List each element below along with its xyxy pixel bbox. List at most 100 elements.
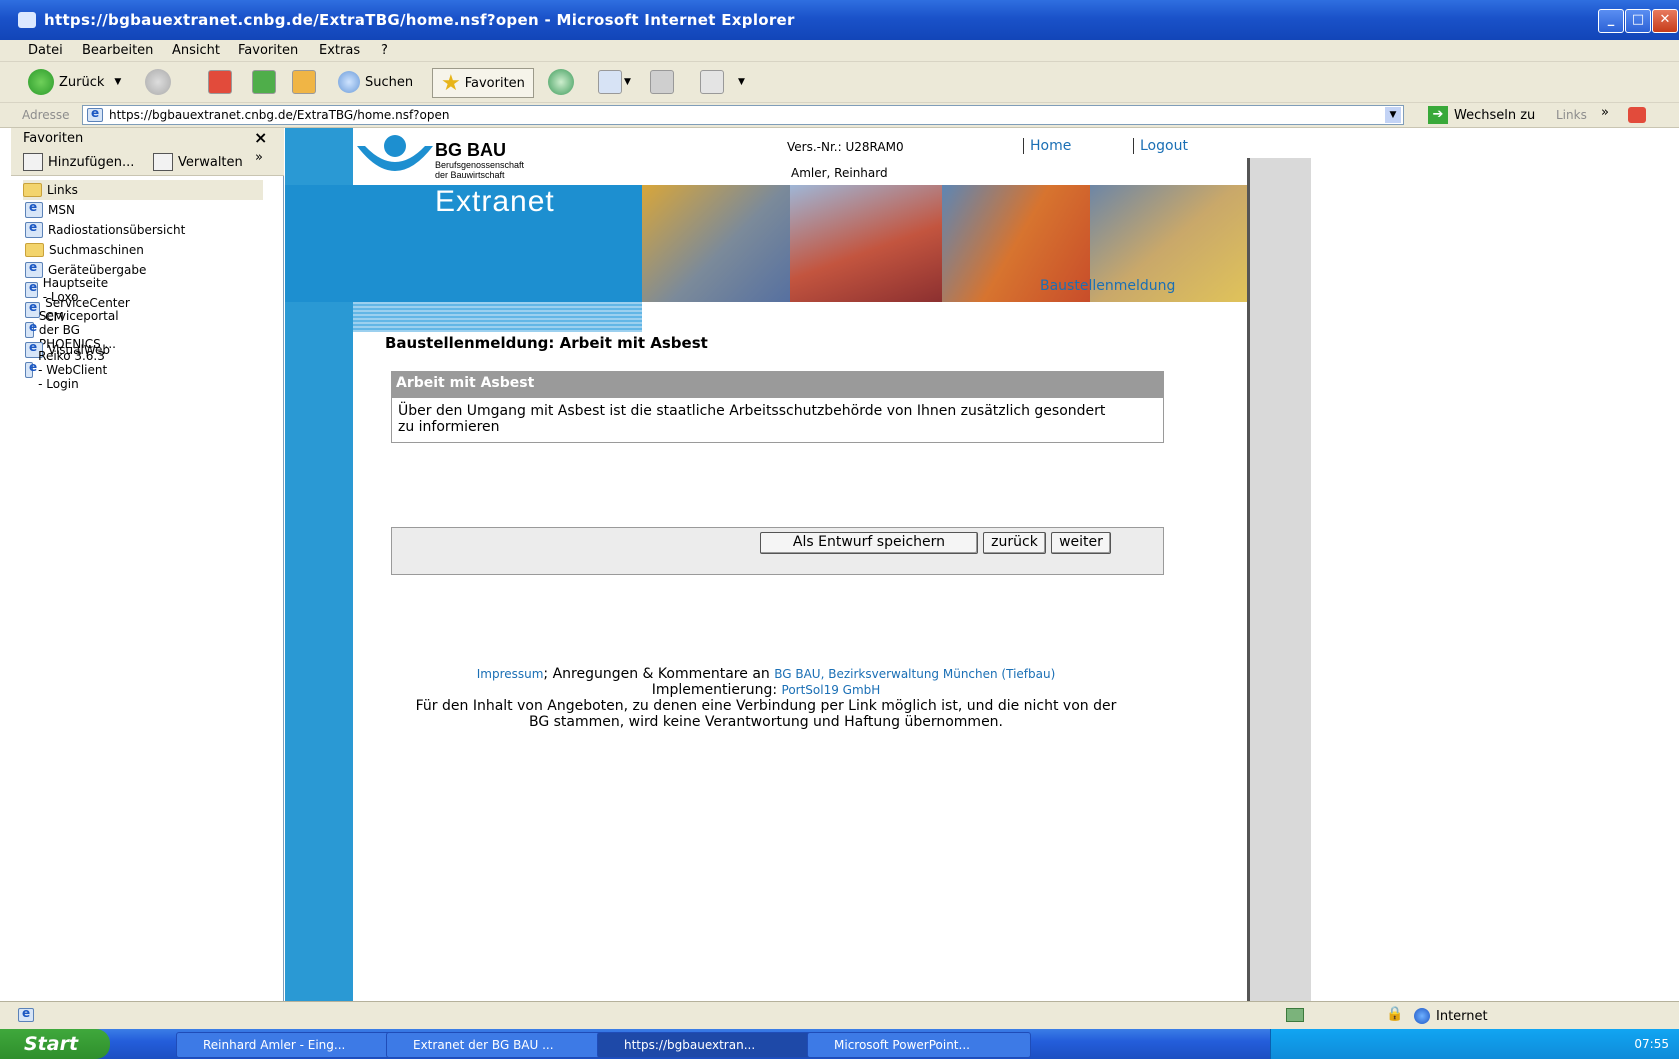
globe-icon bbox=[1414, 1008, 1430, 1024]
bgbau-contact-link[interactable]: BG BAU, Bezirksverwaltung München (Tiefb… bbox=[774, 667, 1055, 681]
favorites-tools: Hinzufügen... Verwalten » bbox=[11, 148, 284, 176]
favorite-item[interactable]: Suchmaschinen bbox=[25, 240, 144, 260]
logo-subtitle-2: der Bauwirtschaft bbox=[435, 170, 505, 180]
footer-disclaimer: Für den Inhalt von Angeboten, zu denen e… bbox=[415, 698, 1117, 730]
status-bar: 🔒 Internet bbox=[0, 1001, 1679, 1029]
window-title-bar[interactable]: https://bgbauextranet.cnbg.de/ExtraTBG/h… bbox=[0, 0, 1679, 40]
breadcrumb[interactable]: Baustellenmeldung bbox=[1040, 278, 1175, 294]
forward-arrow-icon bbox=[145, 69, 171, 95]
clock: 07:55 bbox=[1634, 1037, 1669, 1051]
page-title: Baustellenmeldung: Arbeit mit Asbest bbox=[385, 334, 708, 352]
mail-icon bbox=[598, 70, 622, 94]
favorite-item[interactable]: Reiko 3.6.3 - WebClient - Login bbox=[25, 349, 109, 391]
banner-photo-crane bbox=[790, 185, 942, 302]
favorites-pane: Favoriten × Hinzufügen... Verwalten » Li… bbox=[11, 128, 284, 1001]
links-toolbar[interactable]: Links bbox=[1556, 108, 1587, 122]
chevron-down-icon: ▼ bbox=[738, 77, 745, 87]
search-button[interactable]: Suchen bbox=[338, 68, 413, 96]
impressum-link[interactable]: Impressum bbox=[477, 667, 544, 681]
go-button[interactable]: ➔ Wechseln zu bbox=[1428, 105, 1535, 125]
task-outlook[interactable]: Reinhard Amler - Eing... bbox=[176, 1032, 400, 1058]
history-icon bbox=[548, 69, 574, 95]
manage-favorites-icon bbox=[153, 153, 173, 171]
task-powerpoint[interactable]: Microsoft PowerPoint... bbox=[807, 1032, 1031, 1058]
folder-icon bbox=[25, 243, 44, 257]
favorite-item[interactable]: Serviceportal der BG PHOENICS ... bbox=[25, 309, 128, 351]
menu-favoriten[interactable]: Favoriten bbox=[238, 43, 298, 58]
favorite-item[interactable]: Links bbox=[23, 180, 263, 200]
info-box-title: Arbeit mit Asbest bbox=[392, 372, 1163, 398]
version-number: Vers.-Nr.: U28RAM0 bbox=[787, 140, 904, 154]
close-icon[interactable]: × bbox=[254, 128, 267, 147]
favorite-item[interactable]: Radiostationsübersicht bbox=[25, 220, 185, 240]
logo-title: BG BAU bbox=[435, 140, 506, 160]
favorite-item[interactable]: MSN bbox=[25, 200, 75, 220]
forward-button[interactable] bbox=[145, 68, 171, 96]
ie-page-icon bbox=[25, 300, 41, 318]
mail-button[interactable]: ▼ bbox=[598, 68, 631, 96]
history-button[interactable] bbox=[548, 68, 574, 96]
minimize-button[interactable]: _ bbox=[1598, 9, 1624, 33]
stop-button[interactable] bbox=[208, 68, 232, 96]
portsol-link[interactable]: PortSol19 GmbH bbox=[782, 683, 881, 697]
back-arrow-icon bbox=[28, 69, 54, 95]
address-label: Adresse bbox=[22, 108, 70, 122]
next-button[interactable]: weiter bbox=[1051, 532, 1111, 554]
bgbau-logo-icon bbox=[357, 135, 433, 171]
close-button[interactable]: ✕ bbox=[1652, 9, 1678, 33]
menu-ansicht[interactable]: Ansicht bbox=[172, 43, 220, 58]
task-extranet[interactable]: Extranet der BG BAU ... bbox=[386, 1032, 610, 1058]
chevron-down-icon[interactable]: ▼ bbox=[1385, 107, 1401, 123]
logo-subtitle-1: Berufsgenossenschaft bbox=[435, 160, 525, 170]
footer-line-1: Impressum; Anregungen & Kommentare an BG… bbox=[285, 666, 1247, 682]
back-button-page[interactable]: zurück bbox=[983, 532, 1046, 554]
save-draft-button[interactable]: Als Entwurf speichern bbox=[760, 532, 978, 554]
favorite-item-label: MSN bbox=[48, 203, 75, 217]
banner-photo-worker bbox=[642, 185, 790, 302]
menu-help[interactable]: ? bbox=[381, 43, 388, 58]
chevron-right-icon[interactable]: » bbox=[1601, 105, 1609, 120]
go-arrow-icon: ➔ bbox=[1428, 106, 1448, 124]
back-button[interactable]: Zurück ▼ bbox=[28, 68, 121, 96]
favorite-item-label: Suchmaschinen bbox=[49, 243, 144, 257]
chevron-right-icon[interactable]: » bbox=[255, 150, 263, 165]
menu-extras[interactable]: Extras bbox=[319, 43, 360, 58]
lock-icon: 🔒 bbox=[1386, 1006, 1404, 1022]
manage-favorites-button[interactable]: Verwalten bbox=[153, 153, 243, 171]
print-button[interactable] bbox=[650, 68, 674, 96]
refresh-button[interactable] bbox=[252, 68, 276, 96]
favorites-header: Favoriten × bbox=[11, 128, 284, 148]
home-link[interactable]: Home bbox=[1023, 138, 1071, 154]
taskbar: Start Reinhard Amler - Eing... Extranet … bbox=[0, 1029, 1679, 1059]
home-button[interactable] bbox=[292, 68, 316, 96]
addon-icon[interactable] bbox=[1628, 107, 1646, 123]
favorite-item-label: Reiko 3.6.3 - WebClient - Login bbox=[38, 349, 108, 391]
maximize-button[interactable]: □ bbox=[1625, 9, 1651, 33]
chevron-down-icon[interactable]: ▼ bbox=[114, 77, 121, 87]
home-icon bbox=[292, 70, 316, 94]
print-icon bbox=[650, 70, 674, 94]
web-content: BG BAU Berufsgenossenschaft der Bauwirts… bbox=[285, 128, 1679, 1001]
action-bar: Als Entwurf speichern zurück weiter bbox=[391, 527, 1164, 575]
edit-icon bbox=[700, 70, 724, 94]
add-favorite-button[interactable]: Hinzufügen... bbox=[23, 153, 134, 171]
footer-text: ; Anregungen & Kommentare an bbox=[543, 666, 775, 682]
address-input[interactable]: https://bgbauextranet.cnbg.de/ExtraTBG/h… bbox=[82, 105, 1404, 125]
task-ie-current[interactable]: https://bgbauextran... bbox=[597, 1032, 821, 1058]
favorite-item-label: Geräteübergabe bbox=[48, 263, 147, 277]
ie-page-icon bbox=[25, 220, 43, 238]
reiko-icon bbox=[25, 360, 37, 378]
logout-link[interactable]: Logout bbox=[1133, 138, 1188, 154]
stop-icon bbox=[208, 70, 232, 94]
favorites-button[interactable]: ★ Favoriten bbox=[432, 68, 534, 98]
ie-page-icon bbox=[87, 106, 103, 122]
address-bar: Adresse https://bgbauextranet.cnbg.de/Ex… bbox=[0, 103, 1679, 128]
ie-page-icon bbox=[25, 320, 37, 338]
menu-bearbeiten[interactable]: Bearbeiten bbox=[82, 43, 153, 58]
menu-datei[interactable]: Datei bbox=[28, 43, 63, 58]
chevron-down-icon: ▼ bbox=[624, 77, 631, 87]
security-zone: Internet bbox=[1414, 1008, 1488, 1024]
toolbar: Zurück ▼ Suchen ★ Favoriten ▼ ▼ bbox=[0, 62, 1679, 103]
edit-button[interactable]: ▼ bbox=[700, 68, 745, 96]
start-button[interactable]: Start bbox=[0, 1029, 110, 1059]
